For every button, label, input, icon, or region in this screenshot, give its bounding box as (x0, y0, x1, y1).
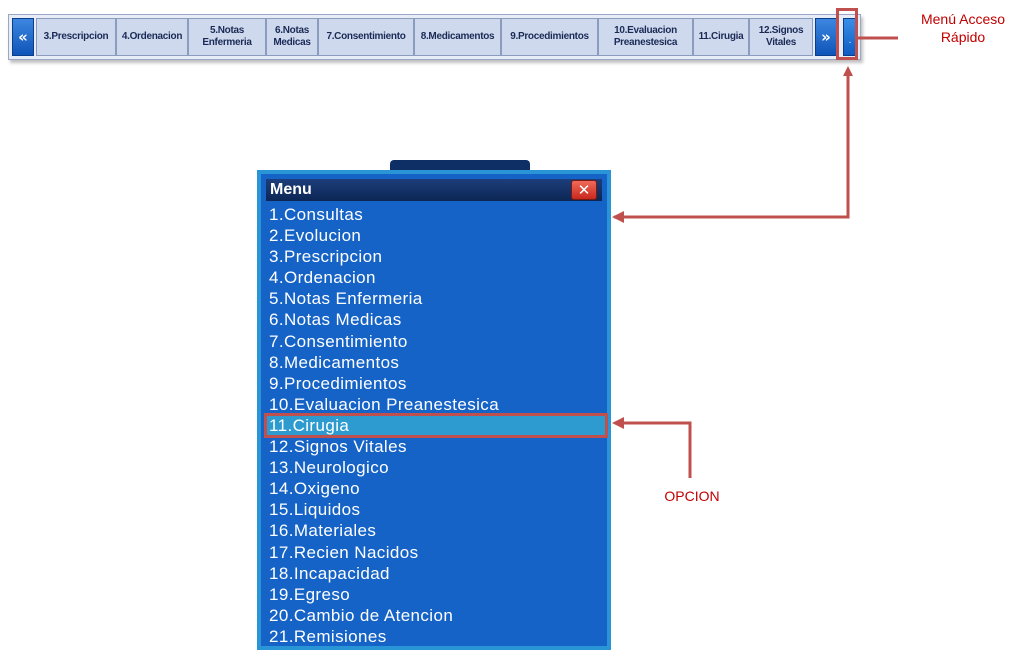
annotation-arrows (612, 36, 898, 478)
option-pointer-line (624, 421, 692, 478)
option-arrow-head (612, 417, 624, 429)
menu-to-button-arrow (614, 66, 853, 219)
menu-side-arrow-head (612, 211, 624, 223)
